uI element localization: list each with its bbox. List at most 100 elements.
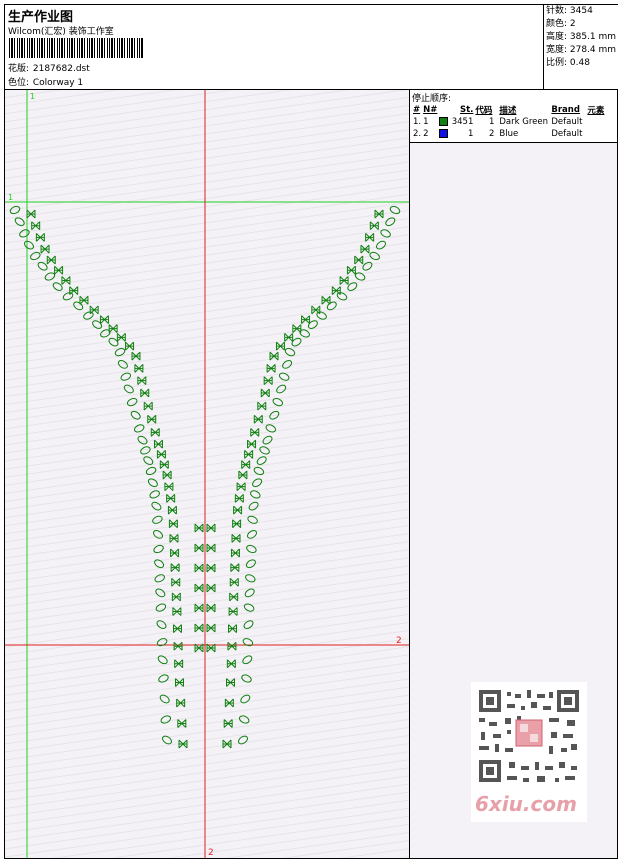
- table-row: 2. 2 1 2 Blue Default: [412, 128, 605, 140]
- cross-stitch: [194, 623, 204, 633]
- leaf-stitch: [247, 515, 258, 524]
- cross-stitch: [238, 470, 248, 480]
- cross-stitch: [234, 494, 244, 503]
- cross-stitch: [140, 388, 150, 398]
- cross-stitch: [194, 583, 204, 593]
- leaf-stitch: [19, 229, 30, 238]
- colorway-label: 色位:: [8, 78, 30, 88]
- cross-stitch: [194, 523, 204, 533]
- row-n: 2: [423, 129, 429, 139]
- leaf-stitch: [151, 501, 162, 511]
- cross-stitch: [206, 563, 216, 573]
- stop-sequence-table: # N# St. 代码 描述 Brand 元素 1. 1 3451 1 Dark…: [412, 103, 605, 140]
- cross-stitch: [230, 548, 240, 558]
- green-v-label: 1: [30, 92, 35, 101]
- cross-stitch: [331, 286, 341, 295]
- cross-stitch: [232, 519, 242, 529]
- cross-stitch: [230, 563, 240, 573]
- cross-stitch: [228, 607, 238, 616]
- leaf-stitch: [284, 348, 296, 357]
- cross-stitch: [229, 592, 239, 602]
- leaf-stitch: [253, 466, 265, 476]
- leaf-stitch: [156, 620, 167, 629]
- cross-stitch: [172, 607, 182, 616]
- leaf-stitch: [242, 638, 254, 647]
- leaf-stitch: [153, 544, 164, 554]
- leaf-stitch: [145, 466, 157, 476]
- cross-stitch: [206, 603, 216, 613]
- leaf-stitch: [269, 410, 280, 420]
- leaf-stitch: [241, 674, 252, 683]
- stop-table-header: # N# St. 代码 描述 Brand 元素: [412, 103, 605, 116]
- cross-stitch: [174, 678, 184, 687]
- cross-stitch: [69, 286, 79, 295]
- leaf-stitch: [380, 229, 391, 238]
- row-code: 2: [488, 129, 495, 139]
- cross-stitch: [31, 221, 41, 231]
- green-h-label: 1: [8, 193, 13, 202]
- leaf-stitch: [362, 261, 373, 271]
- cross-stitch: [125, 341, 135, 351]
- cross-stitch: [134, 364, 144, 373]
- cross-stitch: [156, 450, 166, 459]
- cross-stitch: [40, 244, 50, 254]
- cross-stitch: [166, 494, 176, 503]
- stat-stitches: 针数: 3454: [546, 6, 593, 16]
- leaf-stitch: [282, 360, 293, 369]
- color-swatch-icon: [439, 129, 449, 138]
- cross-stitch: [174, 659, 184, 669]
- leaf-stitch: [276, 384, 287, 394]
- col-header: Brand: [551, 104, 580, 115]
- leaf-stitch: [238, 735, 248, 745]
- cross-stitch: [266, 364, 276, 373]
- leaf-stitch: [130, 410, 141, 420]
- row-stitches: 1: [467, 129, 474, 139]
- leaf-stitch: [243, 603, 255, 612]
- leaf-stitch: [147, 478, 158, 488]
- cross-stitch: [227, 641, 237, 651]
- leaf-stitch: [272, 398, 284, 407]
- leaf-stitch: [307, 320, 318, 329]
- cross-stitch: [26, 209, 36, 219]
- cross-stitch: [176, 698, 186, 708]
- stat-width: 宽度: 278.4 mm: [546, 45, 617, 55]
- cross-stitch: [206, 523, 216, 533]
- cross-stitch: [168, 519, 178, 529]
- cross-stitch: [147, 414, 157, 424]
- leaf-stitch: [240, 694, 251, 704]
- cross-stitch: [164, 482, 174, 492]
- barcode: [9, 38, 143, 58]
- cross-stitch: [224, 698, 234, 708]
- row-brand: Default: [551, 129, 583, 139]
- cross-stitch: [194, 563, 204, 573]
- cross-stitch: [269, 351, 279, 361]
- colorway-value: Colorway 1: [32, 78, 84, 88]
- company-name: Wilcom(汇宏) 装饰工作室: [8, 27, 114, 37]
- cross-stitch: [169, 534, 179, 543]
- leaf-stitch: [149, 490, 160, 499]
- cross-stitch: [236, 482, 246, 492]
- col-header: #: [413, 104, 421, 115]
- row-element: [586, 128, 605, 140]
- design-row: 花版: 2187682.dst: [8, 61, 90, 74]
- leaf-stitch: [376, 240, 386, 250]
- col-header: N#: [423, 104, 438, 115]
- leaf-stitch: [247, 530, 257, 539]
- leaf-stitch: [126, 398, 138, 407]
- cross-stitch: [61, 276, 71, 285]
- row-stitches: 3451: [451, 117, 474, 127]
- cross-stitch: [321, 295, 331, 305]
- leaf-stitch: [162, 735, 172, 745]
- cross-stitch: [153, 439, 163, 449]
- cross-stitch: [206, 583, 216, 593]
- row-brand: Default: [551, 117, 583, 127]
- cross-stitch: [257, 401, 267, 411]
- row-code: 1: [488, 117, 495, 127]
- leaf-stitch: [159, 694, 170, 704]
- row-element: [586, 116, 605, 128]
- colorway-row: 色位: Colorway 1: [8, 75, 83, 88]
- leaf-stitch: [9, 205, 21, 215]
- col-header: 描述: [499, 105, 517, 116]
- stat-ratio: 比例: 0.48: [546, 58, 590, 68]
- leaf-stitch: [244, 588, 255, 598]
